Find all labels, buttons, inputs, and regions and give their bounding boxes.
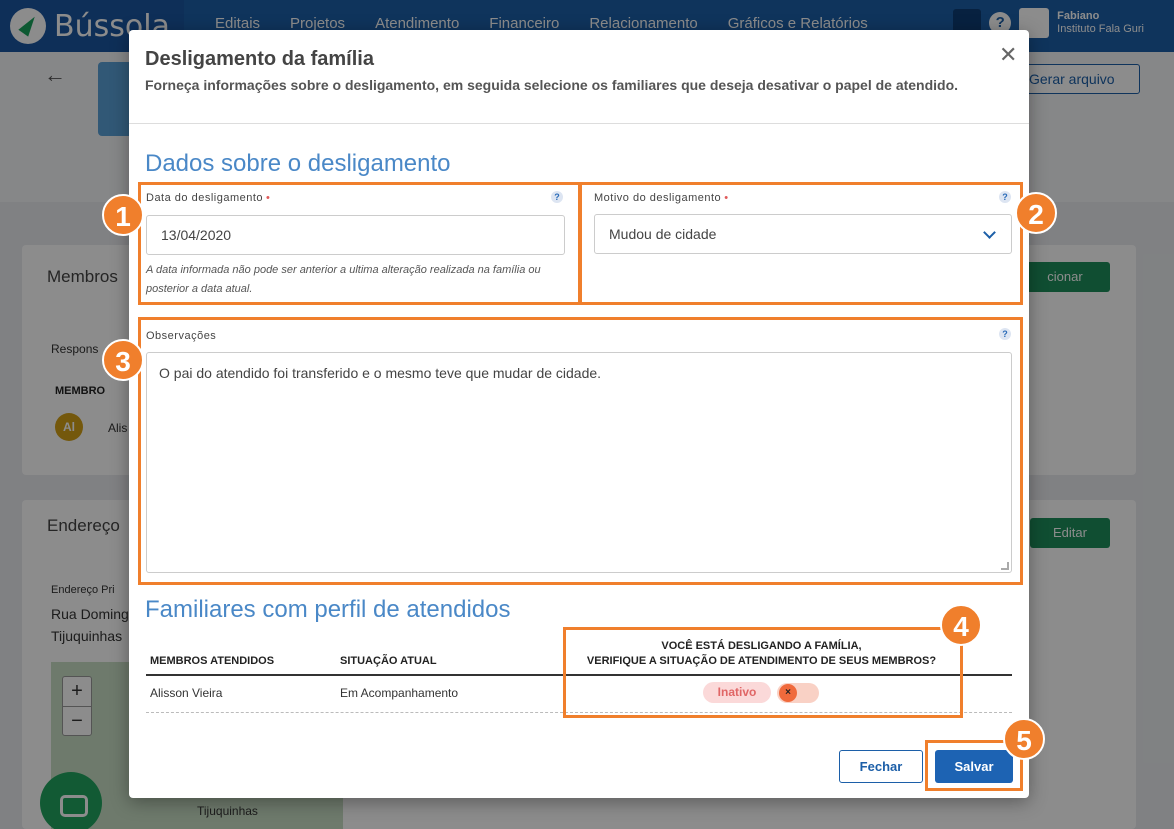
- callout-number-5: 5: [1003, 718, 1045, 760]
- callout-box-3: [138, 317, 1023, 585]
- section-title-members: Familiares com perfil de atendidos: [145, 596, 511, 623]
- close-icon[interactable]: ✕: [999, 42, 1017, 68]
- col-header-status: SITUAÇÃO ATUAL: [340, 655, 437, 667]
- callout-box-2: [579, 182, 1023, 305]
- callout-number-2: 2: [1015, 192, 1057, 234]
- section-title-disconnect-data: Dados sobre o desligamento: [145, 150, 451, 177]
- col-header-members: MEMBROS ATENDIDOS: [150, 655, 275, 667]
- close-button[interactable]: Fechar: [839, 750, 923, 783]
- callout-number-1: 1: [102, 194, 144, 236]
- member-name: Alisson Vieira: [150, 686, 223, 700]
- callout-box-1: [138, 182, 581, 305]
- modal-subtitle: Forneça informações sobre o desligamento…: [145, 77, 959, 93]
- callout-box-4: [563, 627, 963, 718]
- modal-title: Desligamento da família: [145, 48, 374, 70]
- callout-number-3: 3: [102, 339, 144, 381]
- modal-divider: [129, 123, 1029, 124]
- member-status: Em Acompanhamento: [340, 686, 459, 700]
- callout-number-4: 4: [940, 604, 982, 646]
